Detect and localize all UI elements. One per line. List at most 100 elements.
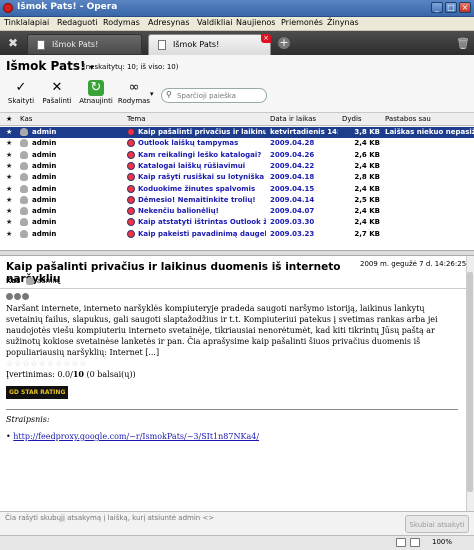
message-from: admin [32,195,57,204]
message-row[interactable]: ★ admin Outlook laiškų tampymas 2009.04.28 2… [0,138,474,149]
message-date: 2009.04.22 [270,161,315,170]
message-subject: Dėmesio! Nemaitinkite trolių! [138,195,256,204]
feed-icon [127,173,135,182]
user-icon [20,128,28,136]
user-icon [20,139,28,148]
view-button[interactable]: ∞ Rodymas [117,80,151,105]
column-pastabos[interactable]: Pastabos sau [385,115,431,123]
flag-icon[interactable]: ★ [6,207,12,215]
menu-redaguoti[interactable]: Redaguoti [57,18,98,27]
message-subject: Kam reikalingi leško katalogai? [138,150,262,159]
column-kas[interactable]: Kas [20,115,32,123]
message-date: 2009.03.30 [270,218,315,227]
feed-icon [127,184,135,193]
horizontal-rule [6,409,458,410]
feed-header: Išmok Pats! ▾ (neskaitytų: 10; iš viso: … [0,55,474,78]
article-content: Naršant internete, interneto naršyklės k… [6,292,458,442]
message-subject: Kaip pašalinti privačius ir laikinus duo… [138,128,266,136]
article-from-label: Kas [6,277,21,285]
trash-icon[interactable]: 🗑 [456,37,470,50]
message-subject: Kaip rašyti rusiškai su lotyniška klavia… [138,173,266,182]
zoom-level[interactable]: 100% [432,538,452,546]
menu-valdikliai[interactable]: Valdikliai [197,18,232,27]
message-subject: Kaip pakeisti pavadinimą daugeliui failų [138,229,266,238]
article-author[interactable]: admin [37,277,59,285]
flag-column-icon[interactable]: ★ [6,115,12,123]
flag-icon[interactable]: ★ [6,196,12,204]
menu-zinynas[interactable]: Žinynas [327,18,359,27]
menu-tinklalapiai[interactable]: Tinklalapiai [4,18,49,27]
message-size: 2,4 KB [354,207,380,216]
flag-icon[interactable]: ★ [6,128,12,136]
share-icon[interactable] [6,293,13,300]
search-input[interactable] [177,90,263,101]
share-icon[interactable] [22,293,29,300]
close-button[interactable]: × [459,2,471,13]
menu-rodymas[interactable]: Rodymas [103,18,140,27]
column-tema[interactable]: Tema [127,115,146,123]
article-pane: Kaip pašalinti privačius ir laikinus duo… [0,256,474,511]
message-date: 2009.04.07 [270,207,315,216]
message-row[interactable]: ★ admin Kam reikalingi leško katalogai? 200… [0,150,474,161]
flag-icon[interactable]: ★ [6,139,12,147]
gd-star-rating-badge[interactable]: GD STAR RATING [6,386,69,399]
status-bar: 100% [0,535,474,550]
message-size: 2,4 KB [354,218,380,227]
x-icon: ✕ [51,80,63,95]
column-data[interactable]: Data ir laikas [270,115,316,123]
menu-priemones[interactable]: Priemonės [281,18,323,27]
column-dydis[interactable]: Dydis [342,115,362,123]
read-button[interactable]: ✓ Skaityti [6,80,36,105]
message-from: admin [32,229,57,238]
quick-reply-input[interactable]: Čia rašyti skubųjį atsakymą į laišką, ku… [5,514,214,522]
message-row[interactable]: ★ admin Koduokime žinutes spalvomis 2009.04… [0,184,474,195]
message-from: admin [32,173,57,182]
quick-reply-button[interactable]: Skubiai atsakyti [405,515,469,533]
user-icon [20,184,28,193]
delete-button[interactable]: ✕ Pašalinti [40,80,74,105]
panel-icon[interactable] [396,538,406,547]
menu-adresynas[interactable]: Adresynas [148,18,190,27]
feed-icon [127,128,135,136]
user-icon [20,207,28,216]
flag-icon[interactable]: ★ [6,173,12,181]
link-item: • http://feedproxy.google.com/~r/IsmokPa… [6,432,260,441]
message-date: 2009.04.18 [270,173,315,182]
tab-close-icon[interactable]: × [261,34,271,43]
message-row[interactable]: ★ admin Kaip rašyti rusiškai su lotyniška … [0,172,474,183]
message-date: 2009.03.23 [270,229,315,238]
message-row[interactable]: ★ admin Kaip atstatyti ištrintas Outlook ž… [0,217,474,228]
tools-icon[interactable]: ✖ [5,35,21,51]
minimize-button[interactable]: _ [431,2,443,13]
maximize-button[interactable]: □ [445,2,457,13]
refresh-button[interactable]: ↻ Atnaujinti [77,80,115,105]
view-dropdown-icon[interactable]: ▾ [150,90,154,98]
star-rating[interactable]: ☆☆☆☆☆☆☆☆☆☆ [6,358,458,369]
message-row[interactable]: ★ admin Dėmesio! Nemaitinkite trolių! 2009.… [0,195,474,206]
turbo-icon[interactable] [410,538,420,547]
feed-icon [127,195,135,204]
quick-search[interactable]: ⚲ [161,88,267,103]
flag-icon[interactable]: ★ [6,151,12,159]
tab-2[interactable]: Išmok Pats! × [148,34,271,55]
share-icons [6,292,458,303]
message-date: 2009.04.26 [270,150,315,159]
message-row[interactable]: ★ admin Nekenčiu balionėlių! 2009.04.07 2,4 … [0,206,474,217]
menu-naujienos[interactable]: Naujienos [236,18,275,27]
message-from: admin [32,128,57,136]
flag-icon[interactable]: ★ [6,230,12,238]
scrollbar-thumb[interactable] [467,272,473,492]
message-date: ketvirtadienis 14:26 [270,128,338,136]
message-row[interactable]: ★ admin Katalogai laiškų rūšiavimui 2009.04… [0,161,474,172]
share-icon[interactable] [14,293,21,300]
article-link[interactable]: http://feedproxy.google.com/~r/IsmokPats… [13,432,259,441]
flag-icon[interactable]: ★ [6,218,12,226]
message-size: 2,7 KB [354,229,380,238]
message-row[interactable]: ★ admin Kaip pakeisti pavadinimą daugeliui… [0,229,474,240]
tab-1[interactable]: Išmok Pats! [27,34,142,55]
add-tab-icon[interactable]: + [278,37,290,49]
flag-icon[interactable]: ★ [6,185,12,193]
message-row[interactable]: ★ admin Kaip pašalinti privačius ir laikin… [0,127,474,138]
feed-title[interactable]: Išmok Pats! ▾ [6,59,94,73]
flag-icon[interactable]: ★ [6,162,12,170]
